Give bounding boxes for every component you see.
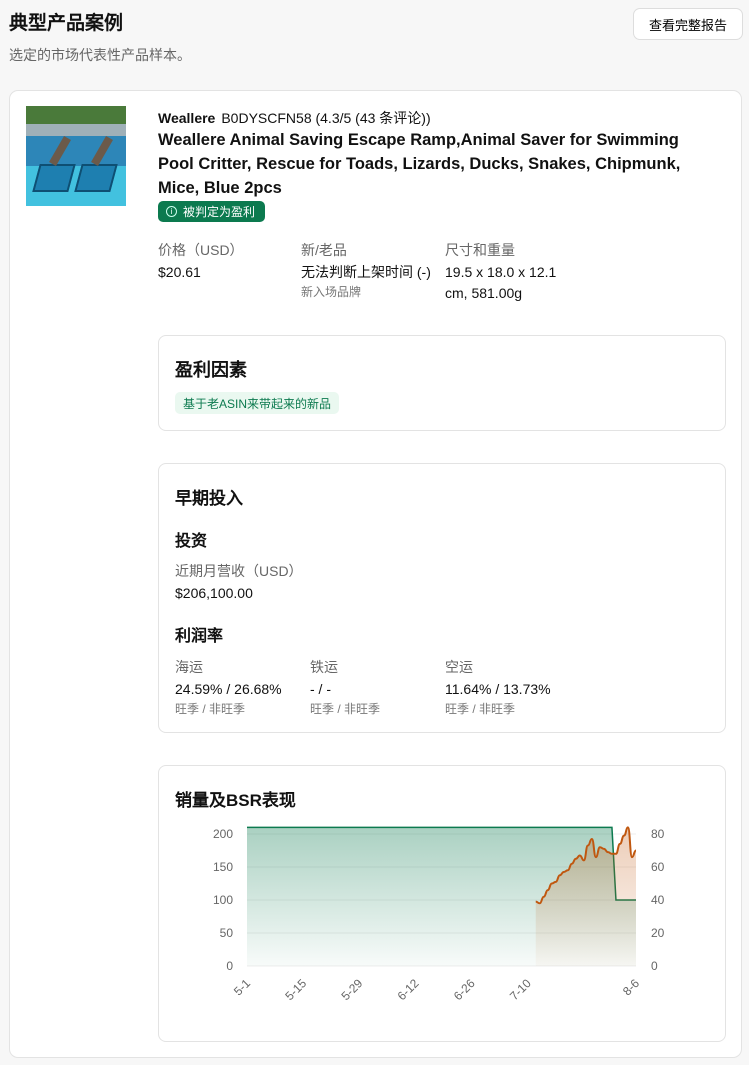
left-axis-tick: 100 [213, 893, 233, 907]
x-axis-tick: 7-10 [507, 976, 534, 1003]
right-axis-tick: 0 [651, 959, 658, 973]
x-axis-tick: 8-6 [620, 976, 642, 998]
right-axis-tick: 80 [651, 827, 665, 841]
left-axis-tick: 150 [213, 860, 233, 874]
x-axis-tick: 5-15 [282, 976, 309, 1003]
sales-bsr-chart: 0 50 100 150 200 0 20 40 60 80 5-1 5-15 5-29 6-12 6-26… [213, 826, 665, 1003]
right-axis-tick: 20 [651, 926, 665, 940]
right-axis-tick: 60 [651, 860, 665, 874]
x-axis-tick: 6-26 [451, 976, 478, 1003]
x-axis-tick: 5-29 [339, 976, 366, 1003]
left-axis-tick: 200 [213, 827, 233, 841]
right-axis-tick: 40 [651, 893, 665, 907]
left-axis-tick: 0 [226, 959, 233, 973]
left-axis-tick: 50 [220, 926, 234, 940]
x-axis-tick: 5-1 [231, 976, 253, 998]
x-axis-tick: 6-12 [395, 976, 422, 1003]
